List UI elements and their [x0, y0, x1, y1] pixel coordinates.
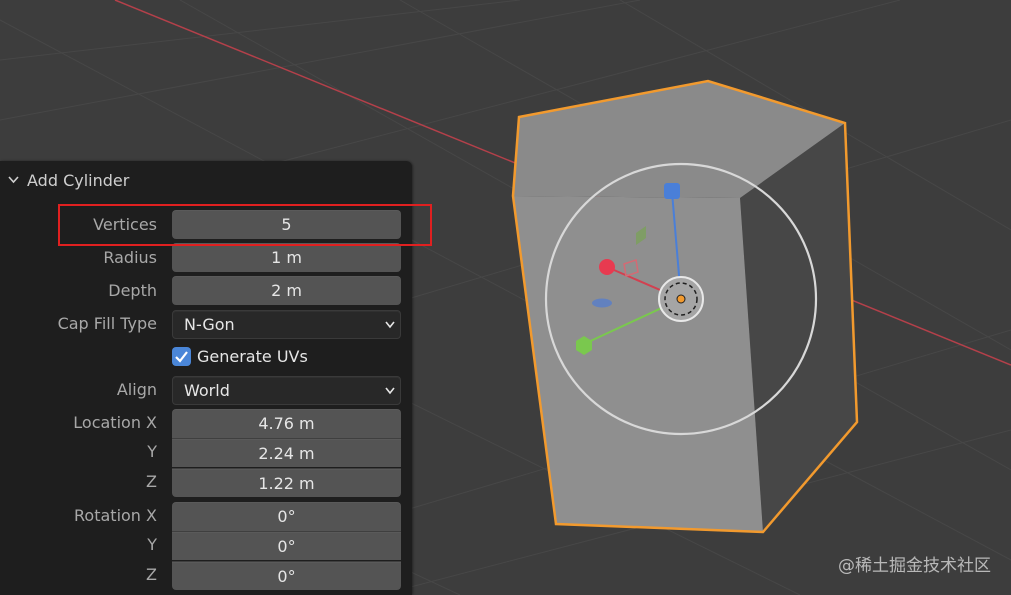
location-x-label: Location X [73, 413, 157, 432]
depth-label: Depth [108, 281, 157, 300]
rotation-x-label: Rotation X [74, 506, 157, 525]
location-z-label: Z [146, 472, 157, 491]
depth-field[interactable]: 2 m [172, 276, 401, 305]
location-y-field[interactable]: 2.24 m [172, 438, 401, 467]
location-z-field[interactable]: 1.22 m [172, 468, 401, 497]
align-value: World [184, 381, 230, 400]
rotation-y-label: Y [147, 535, 157, 554]
checkmark-icon [175, 350, 188, 363]
rotation-z-field[interactable]: 0° [172, 561, 401, 590]
location-x-field[interactable]: 4.76 m [172, 409, 401, 438]
watermark: @稀土掘金技术社区 [838, 556, 991, 576]
vertices-field[interactable]: 5 [172, 210, 401, 239]
panel-title: Add Cylinder [27, 171, 130, 190]
generate-uvs-toggle[interactable]: Generate UVs [172, 344, 308, 368]
cap-fill-type-select[interactable]: N-Gon [172, 310, 401, 339]
chevron-down-icon [385, 321, 395, 329]
chevron-down-icon [385, 387, 395, 395]
radius-label: Radius [103, 248, 157, 267]
rotation-z-label: Z [146, 565, 157, 584]
vertices-label: Vertices [93, 215, 157, 234]
align-select[interactable]: World [172, 376, 401, 405]
panel-header[interactable]: Add Cylinder [0, 161, 412, 199]
chevron-down-icon[interactable] [7, 173, 20, 186]
plane-handle-xy[interactable] [592, 298, 612, 308]
align-label: Align [116, 380, 157, 399]
rotation-y-field[interactable]: 0° [172, 531, 401, 560]
cap-fill-type-label: Cap Fill Type [57, 314, 157, 333]
cap-fill-type-value: N-Gon [184, 315, 235, 334]
generate-uvs-checkbox[interactable] [172, 346, 191, 366]
z-axis-handle[interactable] [664, 183, 680, 199]
add-cylinder-panel: Add Cylinder Vertices 5 Radius 1 m Depth… [0, 161, 412, 595]
rotation-x-field[interactable]: 0° [172, 502, 401, 531]
generate-uvs-label: Generate UVs [197, 346, 308, 366]
radius-field[interactable]: 1 m [172, 243, 401, 272]
x-axis-handle[interactable] [599, 259, 615, 275]
location-y-label: Y [147, 442, 157, 461]
